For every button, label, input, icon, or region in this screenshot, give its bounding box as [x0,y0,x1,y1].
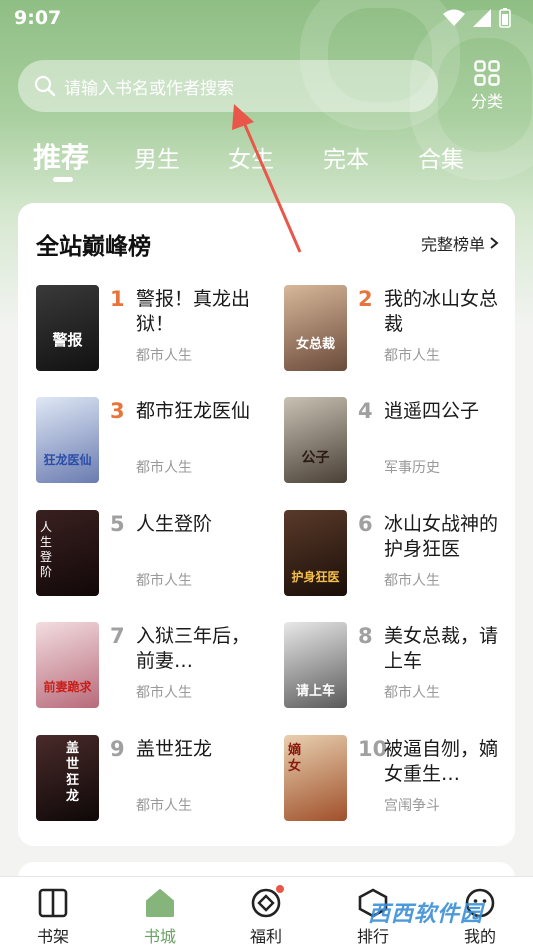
status-time: 9:07 [14,7,62,29]
chevron-right-icon [490,237,499,249]
annotation-arrow [232,104,302,253]
book-item[interactable]: 狂龙医仙 3 都市狂龙医仙 都市人生 [36,397,276,485]
tab-male[interactable]: 男生 [134,140,180,174]
cover-text: 公子 [301,450,330,466]
tab-completed[interactable]: 完本 [323,140,369,174]
book-rank: 9 [110,737,125,761]
book-category: 都市人生 [136,348,192,364]
cover-text: 前妻跪求 [43,680,92,694]
category-button[interactable]: 分类 [464,60,510,114]
book-item[interactable]: 嫡女 10 被逼自刎，嫡女重生… 宫闱争斗 [284,735,524,823]
book-cover: 公子 [284,397,347,483]
book-item[interactable]: 请上车 8 美女总裁，请上车 都市人生 [284,622,524,710]
book-cover: 狂龙医仙 [36,397,99,483]
book-cover: 警报 [36,285,99,371]
nav-welfare[interactable]: 福利 [236,885,296,947]
ranking-card: 全站巅峰榜 完整榜单 警报 1 警报！真龙出狱！ 都市人生 女总裁 2 我的冰山… [18,203,515,846]
grid-icon [474,60,500,86]
book-category: 都市人生 [136,685,192,701]
book-title: 人生登阶 [136,513,213,535]
book-category: 宫闱争斗 [384,798,440,814]
book-category: 都市人生 [136,573,192,589]
signal-icon [473,9,491,27]
cover-text: 嫡女 [288,743,302,774]
book-cover: 请上车 [284,622,347,708]
cover-text: 人生登阶 [40,520,53,579]
book-rank: 3 [110,399,125,423]
nav-label: 书架 [36,927,69,946]
book-title: 都市狂龙医仙 [136,400,251,422]
book-cover: 护身狂医 [284,510,347,596]
full-ranking-link[interactable]: 完整榜单 [421,231,499,255]
cover-text: 女总裁 [295,337,335,352]
nav-label: 福利 [249,927,282,946]
tab-indicator [53,177,73,182]
book-title: 我的冰山女总裁 [384,288,499,335]
book-item[interactable]: 护身狂医 6 冰山女战神的护身狂医 都市人生 [284,510,524,598]
notification-dot [276,885,284,893]
nav-label: 书城 [143,927,176,946]
book-cover: 盖世狂龙 [36,735,99,821]
search-placeholder: 请输入书名或作者搜索 [64,78,234,99]
book-cover: 嫡女 [284,735,347,821]
nav-bookstore[interactable]: 书城 [130,887,190,947]
ranking-title: 全站巅峰榜 [36,234,151,260]
book-rank: 1 [110,287,125,311]
cover-text: 警报 [52,331,83,349]
book-category: 都市人生 [384,685,440,701]
book-category: 都市人生 [384,348,440,364]
tab-recommend[interactable]: 推荐 [33,136,89,176]
book-title: 警报！真龙出狱！ [136,288,251,335]
book-title: 被逼自刎，嫡女重生… [384,738,499,785]
book-cover: 人生登阶 [36,510,99,596]
book-title: 冰山女战神的护身狂医 [384,513,499,560]
search-icon [34,75,56,97]
wifi-icon [443,9,465,26]
book-icon [38,888,68,918]
book-rank: 4 [358,399,373,423]
book-item[interactable]: 公子 4 逍遥四公子 军事历史 [284,397,524,485]
book-title: 入狱三年后，前妻… [136,625,251,672]
nav-bookshelf[interactable]: 书架 [23,887,83,947]
book-rank: 10 [358,737,388,761]
cover-text: 护身狂医 [291,570,340,584]
book-item[interactable]: 女总裁 2 我的冰山女总裁 都市人生 [284,285,524,373]
home-icon [146,889,174,917]
cover-text: 盖世狂龙 [66,741,80,804]
book-rank: 6 [358,512,373,536]
book-cover: 前妻跪求 [36,622,99,708]
cover-text: 狂龙医仙 [43,453,92,467]
book-item[interactable]: 前妻跪求 7 入狱三年后，前妻… 都市人生 [36,622,276,710]
cover-text: 请上车 [295,684,335,699]
book-category: 军事历史 [384,460,440,476]
book-item[interactable]: 警报 1 警报！真龙出狱！ 都市人生 [36,285,276,373]
battery-icon [499,8,511,28]
book-item[interactable]: 盖世狂龙 9 盖世狂龙 都市人生 [36,735,276,823]
book-title: 美女总裁，请上车 [384,625,499,672]
book-rank: 2 [358,287,373,311]
status-icons [443,8,511,28]
status-bar: 9:07 [0,0,533,36]
book-rank: 5 [110,512,125,536]
book-category: 都市人生 [136,798,192,814]
book-category: 都市人生 [384,573,440,589]
book-title: 盖世狂龙 [136,738,213,760]
tab-collection[interactable]: 合集 [418,140,464,174]
book-rank: 7 [110,624,125,648]
category-label: 分类 [470,92,503,111]
book-item[interactable]: 人生登阶 5 人生登阶 都市人生 [36,510,276,598]
book-title: 逍遥四公子 [384,400,480,422]
book-category: 都市人生 [136,460,192,476]
watermark-logo: 西西软件园 [368,902,484,927]
book-rank: 8 [358,624,373,648]
full-ranking-label: 完整榜单 [420,235,485,254]
book-cover: 女总裁 [284,285,347,371]
